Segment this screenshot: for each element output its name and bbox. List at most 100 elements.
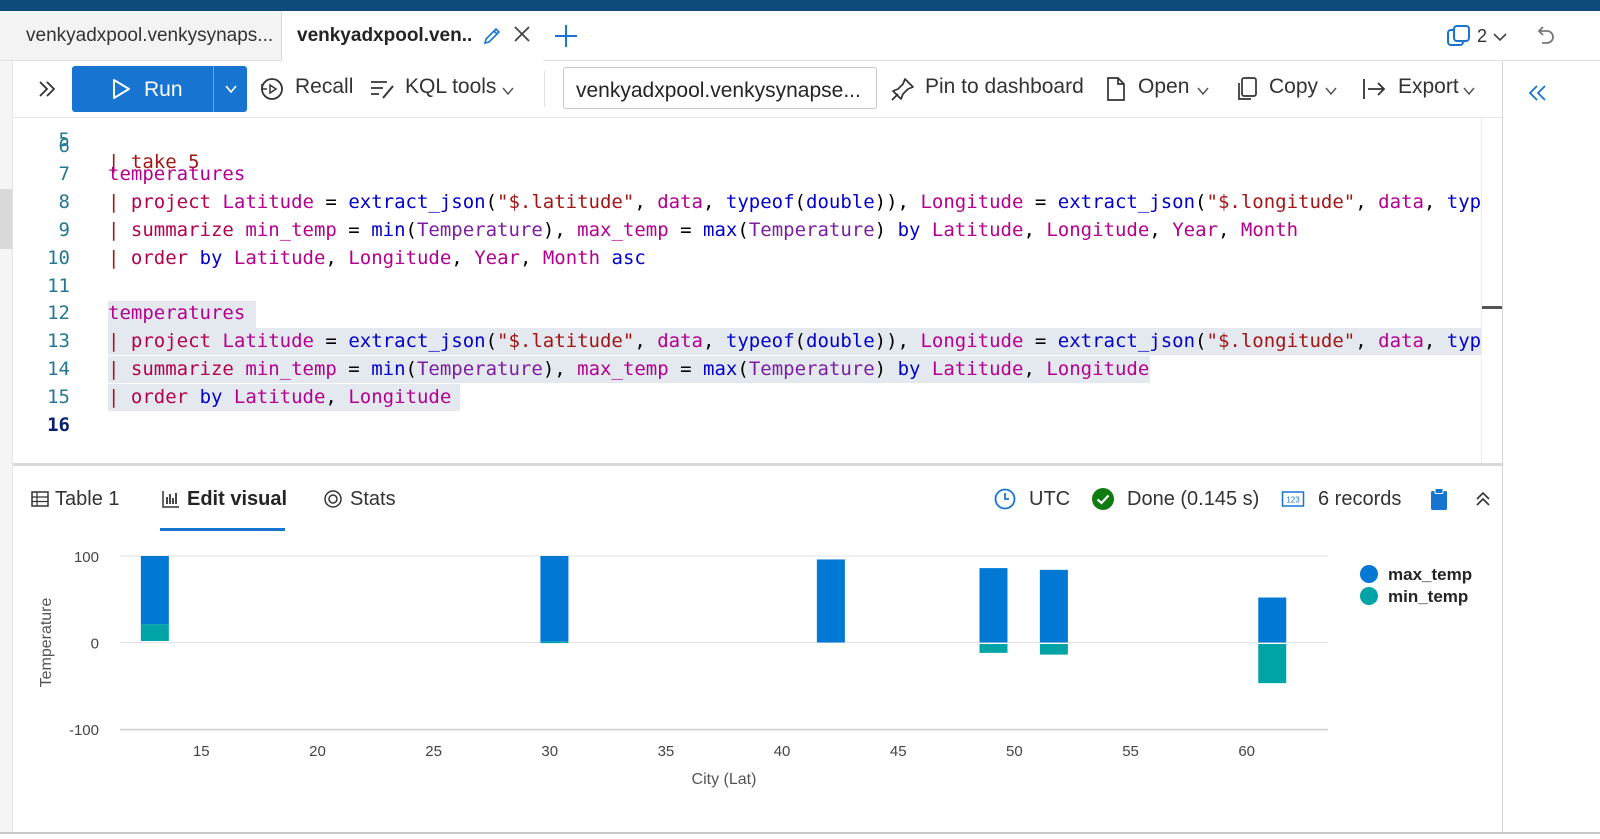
query-status: Done (0.145 s) [1127,488,1260,510]
bar-min-temp [140,624,169,641]
windows-icon[interactable] [1446,24,1472,50]
editor-scrollbar[interactable] [1481,118,1502,463]
bar-max-temp [1039,569,1068,643]
x-tick-label: 35 [658,743,675,760]
open-button[interactable]: Open [1138,75,1189,99]
chevron-down-icon[interactable] [1492,29,1508,45]
y-axis-label: Temperature [38,597,55,687]
records-icon-text: 123 [1286,496,1300,505]
chart-area: 100 0 -100 15 20 25 30 35 40 45 50 55 60 City (Lat) Te… [13,536,1502,834]
tab-query-2[interactable]: venkyadxpool.ven... [283,11,543,61]
chevron-double-left-icon[interactable] [1525,81,1549,105]
editor-line: 11 [13,275,1481,303]
line-number: 13 [47,330,70,353]
query-editor[interactable]: 5 | take 5 6 7 temperatures 8 | project Lati… [13,118,1481,463]
title-bar [0,0,1600,11]
run-options-button[interactable] [213,66,247,112]
undo-icon[interactable] [1534,23,1558,47]
bar-max-temp [816,559,845,643]
bar-max-temp [540,556,569,642]
close-icon[interactable] [511,23,533,45]
legend-label-max-temp: max_temp [1388,565,1472,584]
tab-bar: venkyadxpool.venkysynaps... venkyadxpool… [0,11,1600,61]
play-icon [113,79,130,99]
code-text: temperatures [108,302,246,325]
bar-min-temp [1258,644,1287,684]
x-tick-label: 20 [309,743,326,760]
clock-icon [994,488,1016,510]
tab-stats[interactable]: Stats [350,488,396,511]
chevron-down-icon[interactable] [1324,84,1338,98]
code-text: | order by Latitude, Longitude [108,386,452,409]
tab-query-1[interactable]: venkyadxpool.venkysynaps... [0,11,282,60]
x-tick-label: 25 [425,743,442,760]
pencil-icon[interactable] [481,25,503,47]
kql-tools-button[interactable]: KQL tools [405,75,496,99]
export-icon [1363,79,1386,99]
line-number: 10 [47,246,70,269]
chevron-down-icon[interactable] [501,84,515,98]
chevron-double-up-icon[interactable] [1471,487,1495,511]
chevron-down-icon[interactable] [1462,84,1476,98]
pin-to-dashboard-button[interactable]: Pin to dashboard [925,75,1084,99]
copy-icon [1238,77,1257,100]
editor-line-partial: 5 | take 5 [13,118,1481,173]
tab-query-2-label: venkyadxpool.ven... [297,25,473,46]
tab-table-1[interactable]: Table 1 [55,488,120,511]
x-tick-label: 50 [1006,743,1023,760]
results-pane: Table 1 Edit visual Stats UTC Done (0.14… [13,466,1502,834]
bar-max-temp [140,556,169,625]
recall-button[interactable]: Recall [295,75,353,99]
toolbar-separator [544,71,545,107]
chevron-double-right-icon[interactable] [35,77,59,101]
editor-line: 14 | summarize min_temp = min(Temperature… [13,358,1481,386]
tab-edit-visual[interactable]: Edit visual [187,488,287,511]
bar-min-temp [540,641,569,644]
copy-button[interactable]: Copy [1269,75,1318,99]
code-text: | project Latitude = extract_json("$.lat… [108,190,1481,213]
record-count: 6 records [1318,488,1402,510]
export-button[interactable]: Export [1398,75,1459,99]
editor-line: 9 | summarize min_temp = min(Temperature)… [13,219,1481,247]
editor-line: 15 | order by Latitude, Longitude [13,386,1481,414]
editor-line: 13 | project Latitude = extract_json("$.l… [13,330,1481,358]
database-selector[interactable]: venkyadxpool.venkysynapse... [563,67,877,109]
line-number: 12 [47,302,70,325]
kql-tools-icon [371,81,394,99]
bar-min-temp [1039,644,1068,655]
bar-chart: 100 0 -100 15 20 25 30 35 40 45 50 55 60 City (Lat) Te… [38,549,1472,788]
x-tick-label: 55 [1122,743,1139,760]
run-label: Run [144,78,183,101]
editor-line: 16 [13,414,1481,442]
table-icon [31,491,49,507]
stats-icon [324,490,342,508]
code-text: | summarize min_temp = min(Temperature),… [108,218,1299,241]
add-tab-icon[interactable] [553,23,579,49]
editor-line: 7 temperatures [13,163,1481,191]
right-panel [1502,61,1600,834]
document-icon [1107,77,1125,101]
clipboard-icon[interactable] [1427,487,1451,511]
x-tick-label: 15 [193,743,210,760]
editor-line: 10 | order by Latitude, Longitude, Year, … [13,247,1481,275]
check-circle-icon [1092,488,1114,510]
y-tick-label: 0 [91,636,99,653]
legend-label-min-temp: min_temp [1388,587,1468,606]
run-button[interactable]: Run [72,66,213,112]
x-tick-label: 45 [890,743,907,760]
run-button-group: Run [72,66,247,112]
bar-max-temp [1258,597,1287,643]
editor-line: 6 [13,135,1481,163]
y-tick-label: -100 [69,722,99,739]
recall-icon [261,78,283,100]
chart-icon [162,491,179,508]
x-tick-label: 40 [774,743,791,760]
chevron-down-icon [225,85,237,94]
timezone-label[interactable]: UTC [1029,488,1070,511]
code-text: | order by Latitude, Longitude, Year, Mo… [108,246,646,269]
pin-icon [891,78,914,101]
bar-min-temp [979,644,1008,653]
tab-query-1-label: venkyadxpool.venkysynaps... [26,25,274,46]
chevron-down-icon[interactable] [1196,84,1210,98]
code-text: | summarize min_temp = min(Temperature),… [108,358,1150,381]
